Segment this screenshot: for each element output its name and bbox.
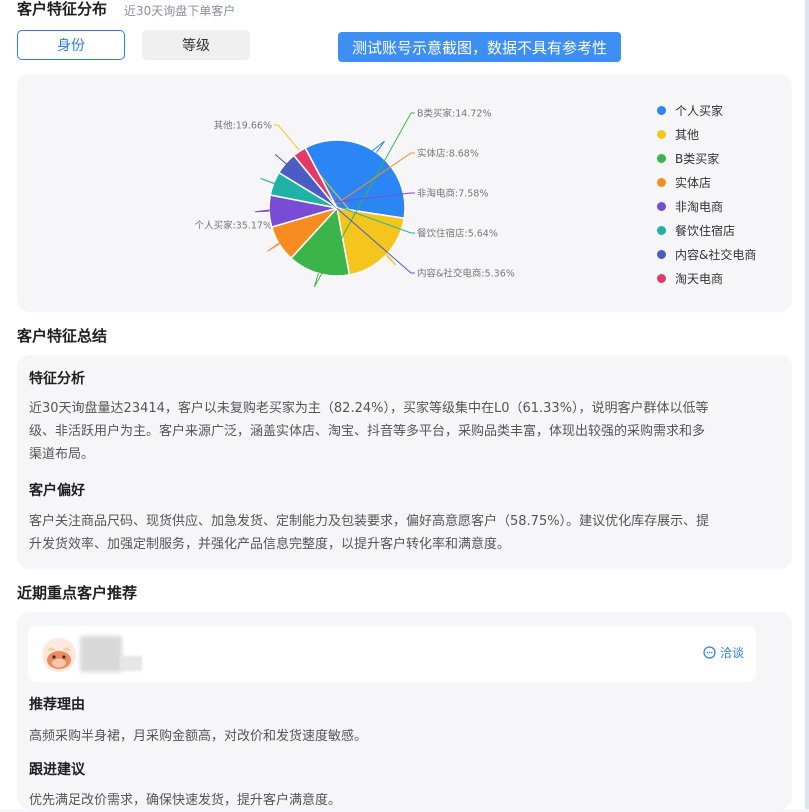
legend-item[interactable]: 实体店	[657, 170, 756, 194]
legend-label: 个人买家	[675, 103, 724, 118]
tab-identity[interactable]: 身份	[17, 30, 125, 60]
advice-heading: 跟进建议	[29, 762, 85, 778]
legend-swatch	[657, 201, 666, 211]
legend-swatch	[657, 105, 666, 115]
legend-swatch	[657, 153, 666, 163]
chart-legend: 个人买家其他 B类买家实体店非淘电商餐饮住宿店内容&社交电商 淘天电商	[657, 98, 756, 290]
reason-heading: 推荐理由	[29, 697, 85, 713]
section-title-recommend: 近期重点客户推荐	[17, 584, 138, 602]
reason-text: 高频采购半身裙，月采购金额高，对改价和发货速度敏感。	[29, 729, 368, 744]
legend-swatch	[657, 129, 666, 139]
pie-data-label: B类买家:14.72%	[417, 108, 491, 120]
preference-line: 升发货效率、加强定制服务，并强化产品信息完整度，以提升客户转化率和满意度。	[29, 537, 511, 552]
section-subtitle: 近30天询盘下单客户	[124, 4, 236, 18]
preference-line: 客户关注商品尺码、现货供应、加急发货、定制能力及包装要求，偏好高意愿客户（58.…	[29, 514, 710, 529]
legend-item[interactable]: B类买家	[657, 146, 756, 170]
legend-swatch	[657, 273, 666, 283]
legend-label: 实体店	[675, 175, 712, 190]
avatar	[42, 638, 76, 672]
section-title-summary: 客户特征总结	[17, 327, 108, 345]
legend-label: 淘天电商	[675, 271, 724, 286]
chat-icon	[703, 646, 716, 659]
customer-name-masked-tail	[120, 656, 142, 671]
analysis-line: 渠道布局。	[29, 447, 95, 462]
analysis-text: 近30天询盘量达23414，客户以未复购老买家为主（82.24%），买家等级集中…	[29, 397, 709, 466]
legend-swatch	[657, 177, 666, 187]
chat-button[interactable]: 洽谈	[703, 644, 744, 661]
legend-item[interactable]: 非淘电商	[657, 194, 756, 218]
analysis-line: 近30天询盘量达23414，客户以未复购老买家为主（82.24%），买家等级集中…	[29, 401, 709, 416]
customer-name-masked	[80, 636, 122, 672]
pie-data-label: 其他:19.66%	[214, 120, 272, 132]
legend-swatch	[657, 249, 666, 259]
legend-item[interactable]: 其他	[657, 122, 756, 146]
customer-card[interactable]: 洽谈	[28, 626, 756, 682]
test-account-notice: 测试账号示意截图，数据不具有参考性	[338, 32, 621, 62]
section-title-distribution: 客户特征分布	[17, 0, 108, 18]
legend-label: 非淘电商	[675, 199, 724, 214]
page-frame: 客户特征分布 近30天询盘下单客户 身份 等级 测试账号示意截图，数据不具有参考…	[0, 0, 809, 809]
pie-data-label: 内容&社交电商:5.36%	[417, 268, 515, 280]
pie-data-label: 非淘电商:7.58%	[417, 188, 488, 200]
pie-data-label: 个人买家:35.17%	[195, 220, 272, 232]
legend-item[interactable]: 内容&社交电商	[657, 242, 756, 266]
analysis-heading: 特征分析	[29, 371, 85, 387]
legend-swatch	[657, 225, 666, 235]
chat-button-label: 洽谈	[719, 646, 744, 660]
legend-item[interactable]: 淘天电商	[657, 266, 756, 290]
legend-label: 内容&社交电商	[675, 247, 757, 262]
legend-label: 其他	[675, 127, 700, 142]
preference-text: 客户关注商品尺码、现货供应、加急发货、定制能力及包装要求，偏好高意愿客户（58.…	[29, 510, 709, 556]
legend-item[interactable]: 餐饮住宿店	[657, 218, 756, 242]
preference-heading: 客户偏好	[29, 483, 85, 499]
pie-data-label: 实体店:8.68%	[417, 148, 479, 160]
legend-label: B类买家	[675, 151, 720, 166]
tab-level[interactable]: 等级	[142, 30, 250, 60]
analysis-line: 级、非活跃用户为主。客户来源广泛，涵盖实体店、淘宝、抖音等多平台，采购品类丰富，…	[29, 424, 706, 439]
legend-item[interactable]: 个人买家	[657, 98, 756, 122]
legend-label: 餐饮住宿店	[675, 223, 736, 238]
cow-avatar-icon	[47, 647, 71, 669]
pie-data-label: 餐饮住宿店:5.64%	[417, 228, 498, 240]
